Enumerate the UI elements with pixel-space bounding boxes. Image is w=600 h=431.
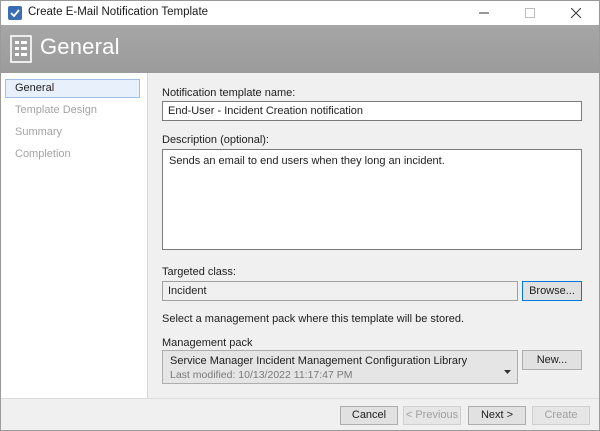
page-title: General <box>40 34 120 59</box>
management-pack-instruction: Select a management pack where this temp… <box>162 313 465 325</box>
targeted-class-label: Targeted class: <box>162 266 236 278</box>
form-template-icon <box>10 35 32 66</box>
management-pack-label: Management pack <box>162 337 253 349</box>
nav-item-template-design[interactable]: Template Design <box>5 101 140 120</box>
form-panel: Notification template name: End-User - I… <box>148 73 599 398</box>
description-label: Description (optional): <box>162 134 269 146</box>
chevron-down-icon <box>504 365 511 377</box>
page-header: General <box>1 25 599 73</box>
previous-button[interactable]: < Previous <box>403 406 461 425</box>
template-name-label: Notification template name: <box>162 87 296 99</box>
close-button[interactable] <box>553 1 599 25</box>
title-bar: Create E-Mail Notification Template <box>1 1 599 25</box>
wizard-nav: General Template Design Summary Completi… <box>1 73 148 398</box>
notification-template-icon <box>8 6 22 20</box>
nav-item-summary[interactable]: Summary <box>5 123 140 142</box>
management-pack-modified: Last modified: 10/13/2022 11:17:47 PM <box>170 369 353 381</box>
new-management-pack-button[interactable]: New... <box>522 350 582 370</box>
nav-item-general[interactable]: General <box>5 79 140 98</box>
minimize-button[interactable] <box>461 1 507 25</box>
management-pack-dropdown[interactable]: Service Manager Incident Management Conf… <box>162 350 518 384</box>
template-name-input[interactable]: End-User - Incident Creation notificatio… <box>162 101 582 121</box>
create-button[interactable]: Create <box>532 406 590 425</box>
nav-item-completion[interactable]: Completion <box>5 145 140 164</box>
targeted-class-input: Incident <box>162 281 518 301</box>
dialog-window: Create E-Mail Notification Template Gene… <box>0 0 600 431</box>
next-button[interactable]: Next > <box>468 406 526 425</box>
maximize-button[interactable] <box>507 1 553 25</box>
management-pack-name: Service Manager Incident Management Conf… <box>170 355 468 367</box>
window-title: Create E-Mail Notification Template <box>28 6 209 18</box>
wizard-footer: Cancel < Previous Next > Create <box>1 398 599 430</box>
cancel-button[interactable]: Cancel <box>340 406 398 425</box>
description-input[interactable]: Sends an email to end users when they lo… <box>162 149 582 250</box>
browse-button[interactable]: Browse... <box>522 281 582 301</box>
